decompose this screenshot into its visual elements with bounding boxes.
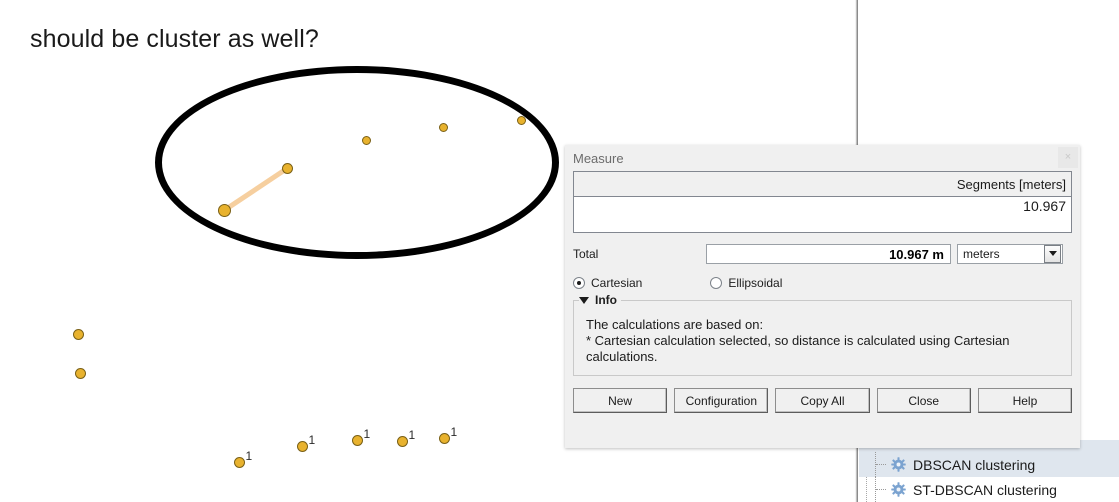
help-button[interactable]: Help xyxy=(977,388,1073,413)
dialog-button-row: New Configuration Copy All Close Help xyxy=(573,388,1073,413)
radio-ellipsoidal-label: Ellipsoidal xyxy=(728,276,783,290)
segments-row-value: 10.967 xyxy=(1023,198,1066,214)
map-point[interactable] xyxy=(72,328,84,340)
radio-ellipsoidal[interactable]: Ellipsoidal xyxy=(710,276,782,290)
total-label: Total xyxy=(573,246,599,261)
total-row: Total 10.967 m meters xyxy=(573,243,1072,264)
algorithm-tree-list[interactable]: DBSCAN clustering ST-DBSCAN clustering xyxy=(859,440,1119,502)
map-point-label: 1 xyxy=(408,427,416,442)
info-text: The calculations are based on: * Cartesi… xyxy=(586,317,1010,364)
segments-table[interactable]: Segments [meters] 10.967 xyxy=(573,171,1072,233)
map-point[interactable] xyxy=(351,434,363,446)
tree-item-label: DBSCAN clustering xyxy=(913,456,1036,473)
chevron-down-icon[interactable] xyxy=(1044,244,1061,263)
map-point-label: 1 xyxy=(245,448,253,463)
dialog-titlebar[interactable]: Measure × xyxy=(565,145,1080,171)
configuration-button[interactable]: Configuration xyxy=(674,388,769,413)
radio-dot-icon xyxy=(710,277,723,289)
map-point[interactable] xyxy=(516,115,526,125)
gear-icon xyxy=(891,457,906,472)
map-point[interactable] xyxy=(217,203,231,217)
close-button[interactable]: Close xyxy=(876,388,971,413)
calculation-mode-radio-group: Cartesian Ellipsoidal xyxy=(573,275,1072,291)
map-point[interactable] xyxy=(438,122,448,132)
application-window: should be cluster as well? 1 1 1 1 1 DBSCAN … xyxy=(0,0,1119,502)
segments-rows[interactable]: 10.967 xyxy=(574,197,1071,214)
info-frame: The calculations are based on: * Cartesi… xyxy=(573,300,1072,376)
new-button[interactable]: New xyxy=(573,388,668,413)
segments-column-header: Segments [meters] xyxy=(574,172,1071,197)
map-point[interactable] xyxy=(74,367,86,379)
annotation-heading: should be cluster as well? xyxy=(30,25,319,53)
tree-elbow-icon xyxy=(876,464,886,465)
map-point[interactable] xyxy=(233,456,245,468)
map-point[interactable] xyxy=(361,135,371,145)
map-point[interactable] xyxy=(281,162,293,174)
radio-cartesian[interactable]: Cartesian xyxy=(573,276,642,290)
units-select[interactable]: meters xyxy=(957,243,1063,264)
map-point[interactable] xyxy=(438,432,450,444)
radio-cartesian-label: Cartesian xyxy=(591,276,643,290)
close-icon[interactable]: × xyxy=(1058,147,1078,168)
map-point[interactable] xyxy=(296,440,308,452)
gear-icon xyxy=(891,482,906,497)
map-point-label: 1 xyxy=(363,426,371,441)
copy-all-button[interactable]: Copy All xyxy=(775,388,870,413)
tree-elbow-icon xyxy=(876,489,886,490)
measure-dialog[interactable]: Measure × Segments [meters] 10.967 Total… xyxy=(565,145,1080,448)
info-group-toggle[interactable]: Info xyxy=(579,293,621,307)
radio-dot-icon xyxy=(573,277,585,289)
map-point-label: 1 xyxy=(450,424,458,439)
map-point-label: 1 xyxy=(308,432,316,447)
map-point[interactable] xyxy=(396,435,408,447)
caret-down-icon xyxy=(579,296,589,304)
total-value-field[interactable]: 10.967 m xyxy=(706,243,951,264)
tree-item-label: ST-DBSCAN clustering xyxy=(913,481,1057,498)
cluster-ellipse-annotation xyxy=(155,66,559,259)
units-selected-value: meters xyxy=(963,246,1000,261)
dialog-title: Measure xyxy=(573,150,624,166)
dialog-body: Segments [meters] 10.967 Total 10.967 m … xyxy=(565,171,1080,448)
info-group: Info The calculations are based on: * Ca… xyxy=(573,293,1072,376)
tree-item-st-dbscan-clustering[interactable]: ST-DBSCAN clustering xyxy=(859,477,1119,502)
tree-item-dbscan-clustering[interactable]: DBSCAN clustering xyxy=(859,452,1119,477)
info-group-label: Info xyxy=(595,293,617,307)
